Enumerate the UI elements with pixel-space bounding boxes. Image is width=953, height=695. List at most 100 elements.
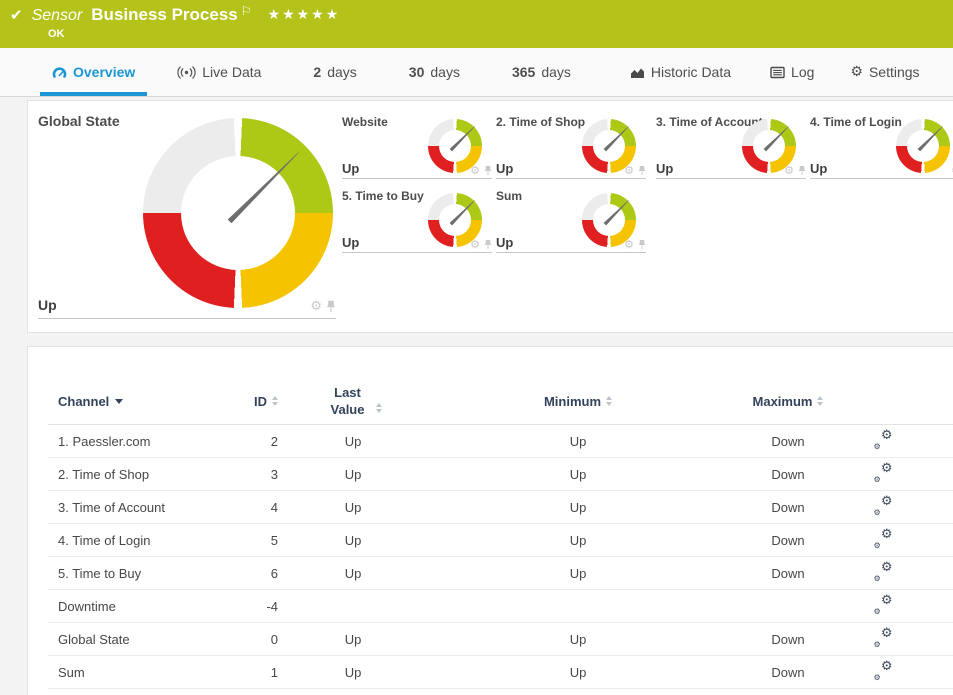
global-gauge-value: Up (38, 297, 57, 313)
mini-gauge-value: Up (810, 161, 827, 176)
cell-minimum: Up (428, 467, 728, 482)
cell-last-value: Up (278, 665, 428, 680)
tab-overview[interactable]: Overview (40, 48, 147, 96)
cell-minimum: Up (428, 434, 728, 449)
channel-settings-gears-icon[interactable]: ⚙⚙ (874, 631, 893, 648)
tab-bar: Overview Live Data 2 days 30 days 365 da… (0, 48, 953, 97)
tab-30-days[interactable]: 30 days (397, 48, 472, 96)
pin-icon[interactable] (638, 239, 646, 250)
global-gauge-footer: Up ⚙ (38, 297, 336, 319)
cell-maximum: Down (728, 533, 848, 548)
mini-gauge-value: Up (342, 161, 359, 176)
cell-maximum: Down (728, 632, 848, 647)
gauge-settings-gear-icon[interactable]: ⚙ (470, 239, 480, 250)
tab-settings[interactable]: ⚙ Settings (838, 48, 931, 96)
pin-icon[interactable] (484, 239, 492, 250)
mini-gauge-value: Up (496, 235, 513, 250)
channel-settings-gears-icon[interactable]: ⚙⚙ (874, 664, 893, 681)
tab-2-days[interactable]: 2 days (301, 48, 368, 96)
gauge-settings-gear-icon[interactable]: ⚙ (470, 165, 480, 176)
table-row-paessler-com: 1. Paessler.com 2 Up Up Down ⚙⚙ (28, 425, 953, 458)
pin-icon[interactable] (798, 165, 806, 176)
mini-gauge-title: 3. Time of Account (656, 115, 763, 129)
object-kind-label: Sensor (32, 7, 83, 25)
cell-maximum: Down (728, 665, 848, 680)
channel-settings-gears-icon[interactable]: ⚙⚙ (874, 433, 893, 450)
mini-gauge-tile-time-to-buy: 5. Time to Buy Up ⚙ (342, 187, 492, 253)
column-header-last-value[interactable]: Last Value (278, 384, 428, 418)
column-header-id[interactable]: ID (218, 394, 278, 409)
cell-last-value: Up (278, 533, 428, 548)
gauge-icon (52, 66, 67, 79)
table-row-time-of-login: 4. Time of Login 5 Up Up Down ⚙⚙ (28, 524, 953, 557)
cell-channel: 2. Time of Shop (58, 467, 218, 482)
live-broadcast-icon (177, 66, 196, 79)
cell-id: 1 (218, 665, 278, 680)
cell-id: 5 (218, 533, 278, 548)
pin-icon[interactable] (484, 165, 492, 176)
cell-id: 0 (218, 632, 278, 647)
cell-minimum: Up (428, 500, 728, 515)
channel-table-panel: Channel ID Last Value Minimum Maximum 1.… (27, 346, 953, 695)
mini-gauge-title: 4. Time of Login (810, 115, 902, 129)
cell-maximum: Down (728, 467, 848, 482)
column-header-minimum[interactable]: Minimum (428, 394, 728, 409)
mini-gauge-title: Website (342, 115, 388, 129)
cell-id: 3 (218, 467, 278, 482)
mini-gauge-tile-time-of-login: 4. Time of Login Up ⚙ (810, 113, 953, 179)
cell-maximum: Down (728, 500, 848, 515)
cell-maximum: Down (728, 566, 848, 581)
cell-channel: Sum (58, 665, 218, 680)
cell-channel: Downtime (58, 599, 218, 614)
table-row-sum: Sum 1 Up Up Down ⚙⚙ (28, 656, 953, 689)
cell-channel: 3. Time of Account (58, 500, 218, 515)
channel-settings-gears-icon[interactable]: ⚙⚙ (874, 565, 893, 582)
channel-settings-gears-icon[interactable]: ⚙⚙ (874, 598, 893, 615)
gauge-settings-gear-icon[interactable]: ⚙ (310, 300, 322, 313)
pin-icon[interactable] (326, 300, 336, 313)
cell-last-value: Up (278, 566, 428, 581)
mini-gauge-tile-sum: Sum Up ⚙ (496, 187, 646, 253)
tab-live-data[interactable]: Live Data (165, 48, 273, 96)
cell-channel: 5. Time to Buy (58, 566, 218, 581)
tab-log[interactable]: Log (758, 48, 826, 96)
gauge-settings-gear-icon[interactable]: ⚙ (624, 239, 634, 250)
channel-settings-gears-icon[interactable]: ⚙⚙ (874, 499, 893, 516)
tab-historic-data[interactable]: Historic Data (618, 48, 743, 96)
channel-settings-gears-icon[interactable]: ⚙⚙ (874, 532, 893, 549)
mini-gauge-value: Up (496, 161, 513, 176)
sensor-name: Business Process (91, 5, 237, 25)
mini-gauge-tile-time-of-account: 3. Time of Account Up ⚙ (656, 113, 806, 179)
priority-stars[interactable]: ★★★★★ (268, 7, 341, 23)
table-row-time-of-account: 3. Time of Account 4 Up Up Down ⚙⚙ (28, 491, 953, 524)
table-row-global-state: Global State 0 Up Up Down ⚙⚙ (28, 623, 953, 656)
pin-icon[interactable] (638, 165, 646, 176)
flag-icon[interactable]: ⚐ (241, 4, 252, 18)
channel-table-header: Channel ID Last Value Minimum Maximum (28, 377, 953, 425)
status-ok-check-icon: ✔ (10, 6, 23, 24)
mini-gauge-tile-website: Website Up ⚙ (342, 113, 492, 179)
sort-updown-icon (817, 396, 823, 406)
table-row-downtime: Downtime -4 ⚙⚙ (28, 590, 953, 623)
gauge-settings-gear-icon[interactable]: ⚙ (784, 165, 794, 176)
channel-settings-gears-icon[interactable]: ⚙⚙ (874, 466, 893, 483)
mini-gauge-title: Sum (496, 189, 522, 203)
cell-last-value: Up (278, 500, 428, 515)
column-header-maximum[interactable]: Maximum (728, 394, 848, 409)
cell-minimum: Up (428, 632, 728, 647)
cell-minimum: Up (428, 566, 728, 581)
cell-maximum: Down (728, 434, 848, 449)
cell-last-value: Up (278, 467, 428, 482)
column-header-channel[interactable]: Channel (58, 394, 218, 409)
cell-id: 2 (218, 434, 278, 449)
mini-gauge-title: 2. Time of Shop (496, 115, 585, 129)
area-chart-icon (630, 66, 645, 79)
table-row-time-to-buy: 5. Time to Buy 6 Up Up Down ⚙⚙ (28, 557, 953, 590)
log-list-icon (770, 66, 785, 79)
gauge-settings-gear-icon[interactable]: ⚙ (624, 165, 634, 176)
cell-minimum: Up (428, 533, 728, 548)
tab-365-days[interactable]: 365 days (500, 48, 583, 96)
cell-minimum: Up (428, 665, 728, 680)
mini-gauge-title: 5. Time to Buy (342, 189, 424, 203)
table-row-time-of-shop: 2. Time of Shop 3 Up Up Down ⚙⚙ (28, 458, 953, 491)
